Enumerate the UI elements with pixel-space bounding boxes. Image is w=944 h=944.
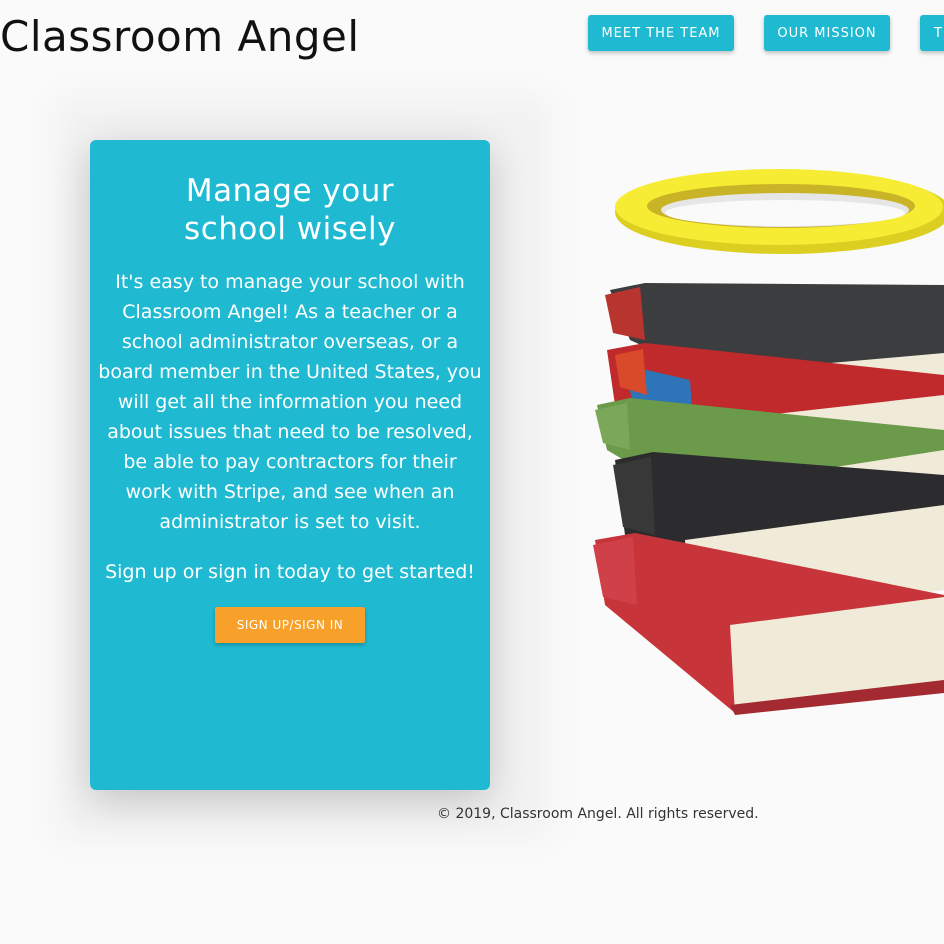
card-heading: Manage your school wisely bbox=[170, 172, 410, 248]
page: Classroom Angel MEET THE TEAM OUR MISSIO… bbox=[0, 0, 944, 944]
sign-up-sign-in-button[interactable]: SIGN UP/SIGN IN bbox=[215, 607, 365, 643]
meet-the-team-button[interactable]: MEET THE TEAM bbox=[588, 15, 734, 51]
footer-copyright: © 2019, Classroom Angel. All rights rese… bbox=[437, 806, 759, 822]
card-call-to-action: Sign up or sign in today to get started! bbox=[105, 561, 475, 583]
card-heading-line2: school wisely bbox=[184, 211, 396, 247]
our-mission-button[interactable]: OUR MISSION bbox=[764, 15, 890, 51]
intro-card: Manage your school wisely It's easy to m… bbox=[90, 140, 490, 790]
brand-title: Classroom Angel bbox=[0, 12, 360, 61]
nav-button-truncated[interactable]: T bbox=[920, 15, 944, 51]
books-halo-illustration bbox=[593, 169, 944, 715]
halo-icon bbox=[615, 169, 944, 254]
card-heading-line1: Manage your bbox=[185, 173, 395, 209]
card-description: It's easy to manage your school with Cla… bbox=[98, 271, 482, 533]
